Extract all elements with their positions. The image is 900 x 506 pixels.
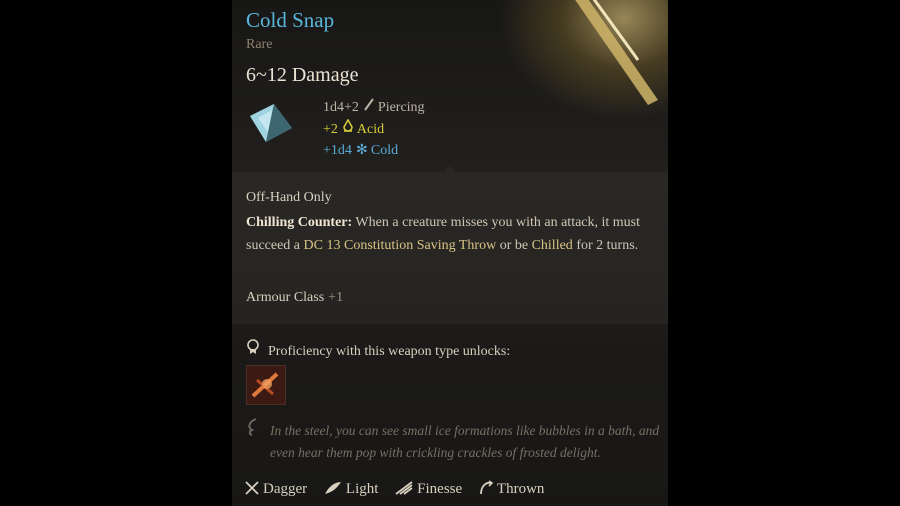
tooltip-header-section: Cold Snap Rare 6~12 Damage 1d4+2 Piercing… [232, 0, 668, 172]
item-name: Cold Snap [246, 8, 335, 32]
weapon-properties: Dagger Light Finesse Thrown [244, 480, 556, 498]
flavor-text: In the steel, you can see small ice form… [270, 423, 660, 460]
proficiency-badge-icon [246, 339, 262, 360]
light-feather-icon [324, 482, 341, 494]
damage-range: 6~12 Damage [246, 64, 359, 86]
item-tooltip: Cold Snap Rare 6~12 Damage 1d4+2 Piercing… [232, 0, 668, 506]
dagger-icon [245, 481, 259, 495]
armour-class-label: Armour Class [246, 290, 325, 305]
damage-type: Piercing [377, 100, 425, 115]
damage-dice: +1d4 [323, 143, 352, 158]
damage-row-piercing: 1d4+2 Piercing [323, 97, 425, 116]
property-thrown[interactable]: Thrown [478, 480, 544, 498]
saving-throw-link[interactable]: DC 13 Constitution Saving Throw [304, 238, 497, 253]
damage-type: Acid [356, 122, 385, 137]
armour-class-row: Armour Class +1 [246, 290, 343, 306]
acid-icon [341, 118, 355, 138]
damage-dice: +2 [323, 122, 338, 137]
armour-class-value: +1 [328, 290, 344, 305]
weapon-action-icon[interactable] [246, 365, 286, 405]
property-dagger[interactable]: Dagger [244, 480, 307, 498]
property-light[interactable]: Light [323, 480, 378, 498]
piercing-icon [362, 97, 376, 116]
slot-restriction: Off-Hand Only [246, 190, 332, 205]
damage-row-acid: +2 Acid [323, 118, 385, 138]
quill-icon [246, 418, 260, 436]
damage-dice: 1d4+2 [323, 100, 359, 115]
item-rarity: Rare [246, 37, 273, 52]
property-finesse[interactable]: Finesse [394, 480, 462, 498]
proficiency-row: Proficiency with this weapon type unlock… [246, 339, 510, 360]
weapon-glow-image [498, 0, 668, 120]
finesse-icon [395, 481, 413, 495]
proficiency-label: Proficiency with this weapon type unlock… [268, 344, 511, 359]
passive-name: Chilling Counter: [246, 215, 353, 230]
cold-snowflake-icon: ✻ [356, 143, 368, 158]
damage-type: Cold [370, 143, 399, 158]
passive-description: Chilling Counter: When a creature misses… [246, 215, 641, 253]
condition-link[interactable]: Chilled [532, 238, 573, 253]
damage-row-cold: +1d4 ✻ Cold [323, 142, 398, 159]
thrown-icon [480, 480, 494, 495]
dagger-item-icon [244, 98, 298, 152]
